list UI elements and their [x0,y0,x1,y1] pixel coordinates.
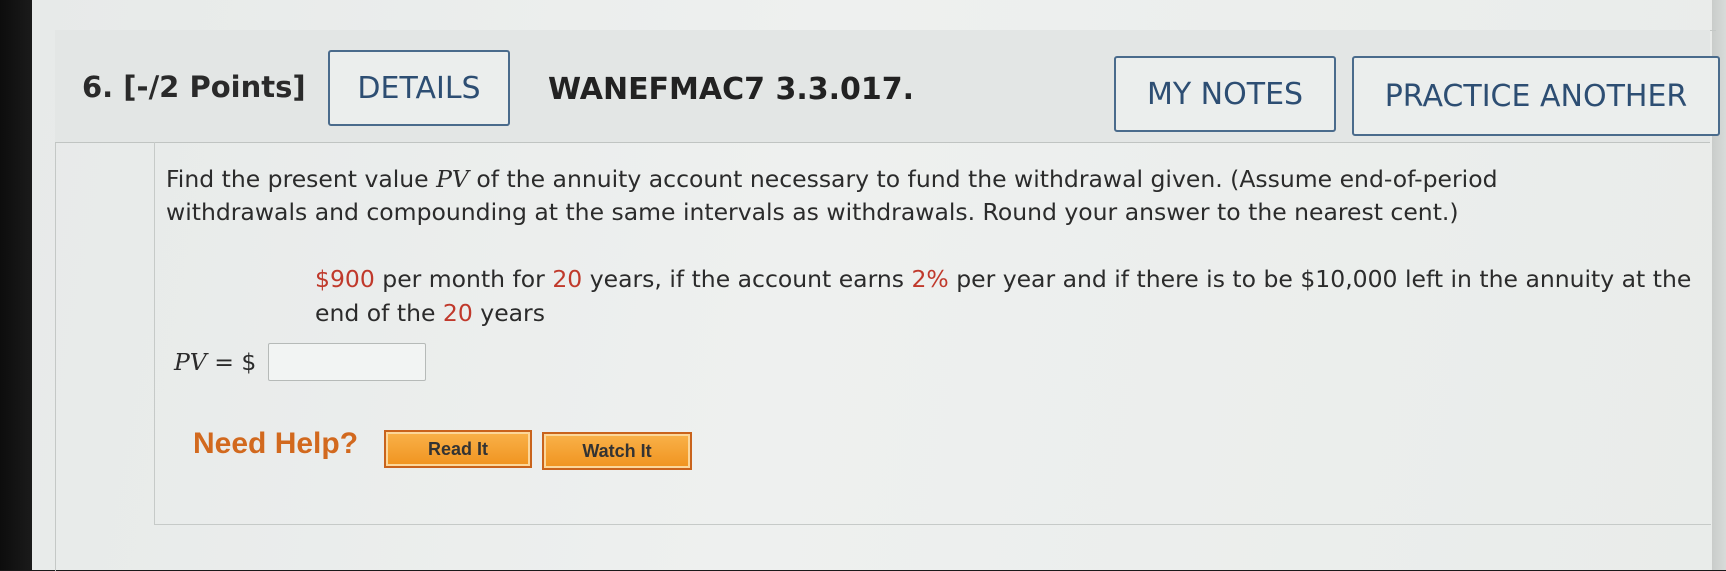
question-number-points: 6. [-/2 Points] [82,70,306,104]
pv-answer-input[interactable] [268,343,427,381]
years-value: 20 [552,265,583,293]
question-prompt: Find the present value PV of the annuity… [166,165,1498,226]
question-detail: $900 per month for 20 years, if the acco… [315,265,1692,327]
my-notes-button[interactable]: MY NOTES [1114,56,1336,132]
years-value-2: 20 [442,299,473,327]
rate-value: 2% [911,265,949,293]
question-code: WANEFMAC7 3.3.017. [548,72,915,107]
need-help-label: Need Help? [193,427,359,460]
pv-label: PV [174,348,207,376]
amount-value: $900 [315,265,375,293]
practice-another-button[interactable]: PRACTICE ANOTHER [1352,56,1720,136]
equals-dollar-label: = $ [206,348,257,376]
details-button[interactable]: DETAILS [328,50,510,126]
pv-variable: PV [436,165,469,193]
read-it-button[interactable]: Read It [384,430,532,468]
watch-it-button[interactable]: Watch It [542,432,692,470]
answer-row: PV = $ [174,343,427,381]
